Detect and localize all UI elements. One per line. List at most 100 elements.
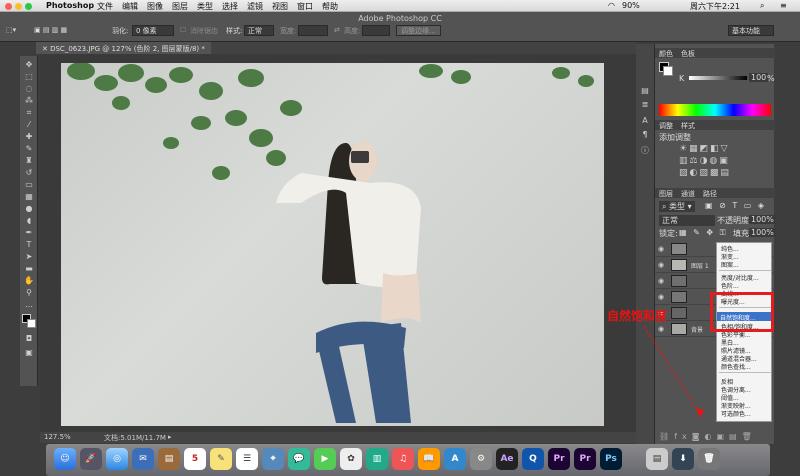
blend-mode-select[interactable]: 正常 — [659, 215, 715, 226]
lock-icons[interactable]: ▦ ✎ ✥ ⚿ — [679, 228, 728, 238]
menu-layer[interactable]: 图层 — [172, 1, 188, 12]
calendar-icon[interactable]: 5 — [184, 448, 206, 470]
close-window-icon[interactable] — [5, 3, 12, 10]
mail-icon[interactable]: ✉ — [132, 448, 154, 470]
minimize-window-icon[interactable] — [15, 3, 22, 10]
k-value[interactable]: 100 — [749, 73, 769, 82]
adjustment-icons-row1[interactable]: ☀▦◩◧▽ — [679, 144, 730, 154]
k-slider[interactable] — [689, 76, 747, 80]
swap-icon[interactable]: ⇄ — [334, 26, 340, 34]
tab-color[interactable]: 颜色 — [655, 48, 677, 60]
tab-swatches[interactable]: 色板 — [677, 48, 699, 60]
eye-icon[interactable]: ◉ — [658, 261, 664, 269]
eraser-tool-icon[interactable]: ▭ — [24, 180, 34, 189]
photos-icon[interactable]: ✿ — [340, 448, 362, 470]
menu-select[interactable]: 选择 — [222, 1, 238, 12]
document-photo[interactable] — [61, 63, 604, 426]
menu-item[interactable]: 颜色查找... — [721, 362, 751, 371]
dodge-tool-icon[interactable]: ◖ — [24, 216, 34, 225]
style-select[interactable]: 正常 — [244, 25, 274, 36]
layers-footer-icons[interactable]: ⛓fx◙◐▣▤🗑 — [659, 432, 757, 441]
height-input[interactable] — [362, 25, 390, 36]
edit-toolbar-icon[interactable]: … — [24, 300, 34, 309]
launchpad-icon[interactable]: 🚀 — [80, 448, 102, 470]
paragraph-panel-icon[interactable]: ¶ — [640, 130, 650, 139]
quick-select-icon[interactable]: ⁂ — [24, 96, 34, 105]
lasso-tool-icon[interactable]: ◌ — [24, 84, 34, 93]
itunes-icon[interactable]: ♫ — [392, 448, 414, 470]
hand-tool-icon[interactable]: ✋ — [24, 276, 34, 285]
marquee-tool-icon[interactable]: ⬚ — [24, 72, 34, 81]
menu-filter[interactable]: 滤镜 — [247, 1, 263, 12]
blur-tool-icon[interactable]: ● — [24, 204, 34, 213]
type-tool-icon[interactable]: T — [24, 240, 34, 249]
after-effects-icon[interactable]: Ae — [496, 448, 518, 470]
menu-item[interactable]: 图案... — [721, 260, 739, 269]
healing-brush-icon[interactable]: ✚ — [24, 132, 34, 141]
numbers-icon[interactable]: ▥ — [366, 448, 388, 470]
adjustment-icons-row3[interactable]: ▨◐▧▩▤ — [679, 168, 731, 178]
screen-mode-icon[interactable]: ▣ — [24, 348, 34, 357]
search-icon[interactable]: ⌕ — [760, 1, 764, 11]
tab-styles[interactable]: 样式 — [677, 120, 699, 132]
selection-mode-icons[interactable]: ▣ ▤ ▥ ▦ — [34, 26, 67, 34]
feather-input[interactable]: 0 像素 — [132, 25, 174, 36]
downloads-stack-icon[interactable]: ⬇ — [672, 448, 694, 470]
character-panel-icon[interactable]: A — [640, 116, 650, 125]
eyedropper-icon[interactable]: ⁄ — [24, 120, 34, 129]
path-select-icon[interactable]: ➤ — [24, 252, 34, 261]
gradient-tool-icon[interactable]: ▦ — [24, 192, 34, 201]
properties-panel-icon[interactable]: ≣ — [640, 100, 650, 109]
eye-icon[interactable]: ◉ — [658, 245, 664, 253]
history-panel-icon[interactable]: ▤ — [640, 86, 650, 95]
maps-icon[interactable]: ⌖ — [262, 448, 284, 470]
battery-percent[interactable]: 90% — [622, 1, 640, 10]
wifi-icon[interactable]: ◠ — [608, 1, 615, 10]
brush-tool-icon[interactable]: ✎ — [24, 144, 34, 153]
move-tool-icon[interactable]: ✥ — [24, 60, 34, 69]
layer-filter-kind[interactable]: ⌕ 类型 ▾ — [659, 201, 695, 212]
menu-help[interactable]: 帮助 — [322, 1, 338, 12]
status-arrow-icon[interactable]: ▸ — [168, 433, 172, 441]
workspace-select[interactable]: 基本功能 — [728, 25, 774, 36]
marquee-tool-icon[interactable]: ⬚▾ — [6, 26, 16, 34]
messages-icon[interactable]: 💬 — [288, 448, 310, 470]
appstore-icon[interactable]: A — [444, 448, 466, 470]
photoshop-icon[interactable]: Ps — [600, 448, 622, 470]
doc-size[interactable]: 文档:5.01M/11.7M — [104, 433, 166, 443]
opacity-value[interactable]: 100% — [749, 215, 776, 224]
color-bg-swatch[interactable] — [663, 66, 673, 76]
premiere-2-icon[interactable]: Pr — [574, 448, 596, 470]
menu-item[interactable]: 可选颜色... — [721, 409, 751, 418]
menu-file[interactable]: 文件 — [97, 1, 113, 12]
tab-paths[interactable]: 路径 — [699, 188, 721, 200]
clock[interactable]: 周六下午2:21 — [690, 1, 740, 12]
width-input[interactable] — [298, 25, 328, 36]
document-stack-icon[interactable]: ▤ — [646, 448, 668, 470]
app-menu[interactable]: Photoshop — [46, 1, 94, 10]
menu-window[interactable]: 窗口 — [297, 1, 313, 12]
eye-icon[interactable]: ◉ — [658, 277, 664, 285]
crop-tool-icon[interactable]: ⌗ — [24, 108, 34, 117]
quick-mask-icon[interactable]: ◘ — [24, 334, 34, 343]
quicktime-icon[interactable]: Q — [522, 448, 544, 470]
refine-edge-button[interactable]: 调整边缘... — [396, 25, 441, 36]
list-icon[interactable]: ≡ — [780, 1, 787, 10]
notes-icon[interactable]: ✎ — [210, 448, 232, 470]
system-prefs-icon[interactable]: ⚙ — [470, 448, 492, 470]
finder-icon[interactable]: ☺ — [54, 448, 76, 470]
tab-adjustments[interactable]: 调整 — [655, 120, 677, 132]
history-brush-icon[interactable]: ↺ — [24, 168, 34, 177]
color-spectrum[interactable] — [659, 104, 771, 116]
menu-edit[interactable]: 编辑 — [122, 1, 138, 12]
filter-icons[interactable]: ▣ ⊘ T ▭ ◈ — [705, 201, 766, 210]
menu-view[interactable]: 视图 — [272, 1, 288, 12]
facetime-icon[interactable]: ▶ — [314, 448, 336, 470]
tab-close-icon[interactable]: ✕ — [42, 45, 50, 53]
shape-tool-icon[interactable]: ▬ — [24, 264, 34, 273]
zoom-window-icon[interactable] — [25, 3, 32, 10]
reminders-icon[interactable]: ☰ — [236, 448, 258, 470]
info-panel-icon[interactable]: ⓘ — [640, 146, 650, 155]
contacts-icon[interactable]: ▤ — [158, 448, 180, 470]
tab-channels[interactable]: 通道 — [677, 188, 699, 200]
